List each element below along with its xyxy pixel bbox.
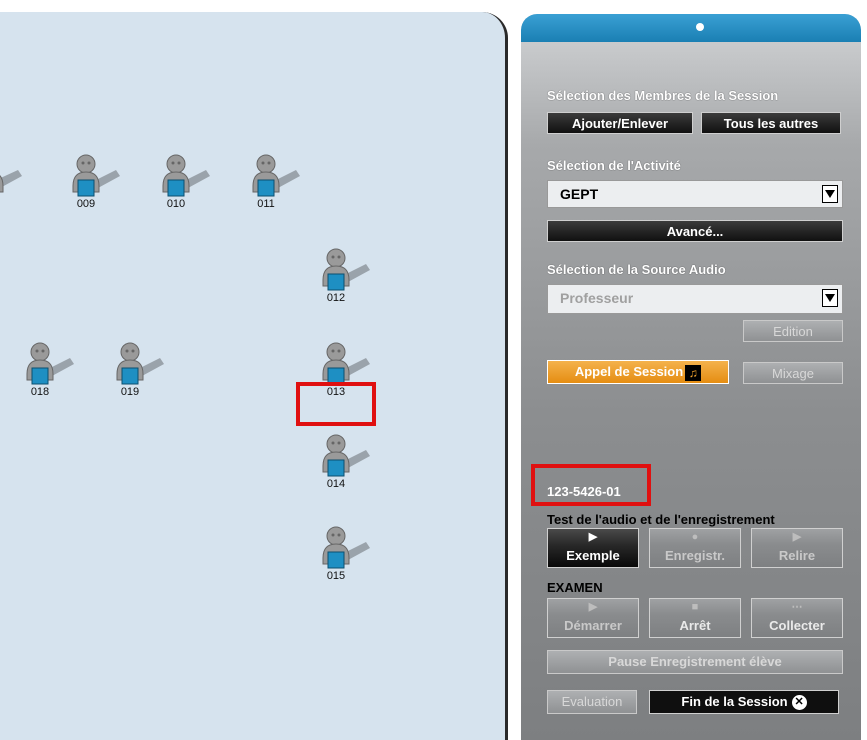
student-seat[interactable]: 014 — [316, 432, 372, 494]
stop-label: Arrêt — [679, 618, 711, 633]
audio-source-title: Sélection de la Source Audio — [547, 262, 726, 277]
start-label: Démarrer — [564, 618, 622, 633]
student-icon — [72, 154, 120, 197]
control-panel: Sélection des Membres de la Session Ajou… — [521, 14, 861, 740]
student-seat-partial[interactable] — [0, 152, 26, 214]
replay-play-icon: ▶ — [792, 531, 802, 543]
seat-number: 009 — [76, 198, 96, 210]
student-icon — [322, 248, 370, 291]
student-icon — [162, 154, 210, 197]
replay-label: Relire — [778, 548, 816, 563]
edit-button[interactable]: Edition — [743, 320, 843, 342]
all-others-button[interactable]: Tous les autres — [701, 112, 841, 134]
members-title: Sélection des Membres de la Session — [547, 88, 779, 103]
seat-number: 011 — [257, 198, 275, 210]
audio-source-select[interactable]: Professeur — [547, 284, 843, 314]
session-call-label: Appel de Session — [574, 364, 684, 379]
mix-button[interactable]: Mixage — [743, 362, 843, 384]
student-icon — [322, 342, 370, 385]
classroom-area: 009 010 011 012 018 019 013 014 015 — [0, 12, 508, 740]
dropdown-arrow-icon[interactable] — [822, 289, 838, 307]
seat-number: 019 — [120, 386, 140, 398]
example-button[interactable]: ▶ Exemple — [547, 528, 639, 568]
start-button[interactable]: ▶ Démarrer — [547, 598, 639, 638]
stop-icon: ■ — [691, 601, 699, 613]
seat-number: 012 — [326, 292, 346, 304]
panel-divider — [511, 12, 521, 740]
end-session-button[interactable]: Fin de la Session ✕ — [649, 690, 839, 714]
seat-number: 010 — [166, 198, 186, 210]
activity-value: GEPT — [560, 186, 599, 202]
exam-title: EXAMEN — [547, 580, 603, 595]
activity-select[interactable]: GEPT — [547, 180, 843, 208]
collect-button[interactable]: ⋯ Collecter — [751, 598, 843, 638]
student-seat[interactable]: 015 — [316, 524, 372, 586]
student-seat[interactable]: 018 — [20, 340, 76, 402]
record-icon: ● — [691, 531, 699, 543]
student-icon — [322, 434, 370, 477]
start-play-icon: ▶ — [588, 601, 598, 613]
session-call-button[interactable]: Appel de Session ♫ — [547, 360, 729, 384]
example-label: Exemple — [566, 548, 620, 563]
student-seat[interactable]: 012 — [316, 246, 372, 308]
student-seat[interactable]: 019 — [110, 340, 166, 402]
student-seat[interactable]: 013 — [316, 340, 372, 402]
replay-button[interactable]: ▶ Relire — [751, 528, 843, 568]
stop-button[interactable]: ■ Arrêt — [649, 598, 741, 638]
collect-icon: ⋯ — [791, 601, 803, 613]
student-icon — [116, 342, 164, 385]
student-seat[interactable]: 009 — [66, 152, 122, 214]
record-button[interactable]: ● Enregistr. — [649, 528, 741, 568]
evaluation-button[interactable]: Evaluation — [547, 690, 637, 714]
music-note-icon: ♫ — [685, 364, 702, 381]
student-icon — [26, 342, 74, 385]
audio-source-value: Professeur — [560, 290, 634, 306]
add-remove-button[interactable]: Ajouter/Enlever — [547, 112, 693, 134]
student-icon — [322, 526, 370, 569]
seat-number: 015 — [326, 570, 346, 582]
panel-header — [521, 14, 861, 42]
test-title: Test de l'audio et de l'enregistrement — [547, 512, 775, 527]
pause-recording-button[interactable]: Pause Enregistrement élève — [547, 650, 843, 674]
student-seat[interactable]: 010 — [156, 152, 212, 214]
dropdown-arrow-icon[interactable] — [822, 185, 838, 203]
seat-number: 013 — [326, 386, 346, 398]
student-icon — [252, 154, 300, 197]
play-icon: ▶ — [588, 531, 598, 543]
seat-number: 014 — [326, 478, 346, 490]
close-circle-icon: ✕ — [791, 695, 807, 711]
activity-title: Sélection de l'Activité — [547, 158, 681, 173]
session-code: 123-5426-01 — [547, 484, 621, 499]
collect-label: Collecter — [769, 618, 825, 633]
student-seat[interactable]: 011 — [246, 152, 302, 214]
dot-icon — [696, 23, 704, 31]
record-label: Enregistr. — [665, 548, 725, 563]
advanced-button[interactable]: Avancé... — [547, 220, 843, 242]
seat-number: 018 — [30, 386, 50, 398]
end-session-label: Fin de la Session — [681, 694, 788, 709]
